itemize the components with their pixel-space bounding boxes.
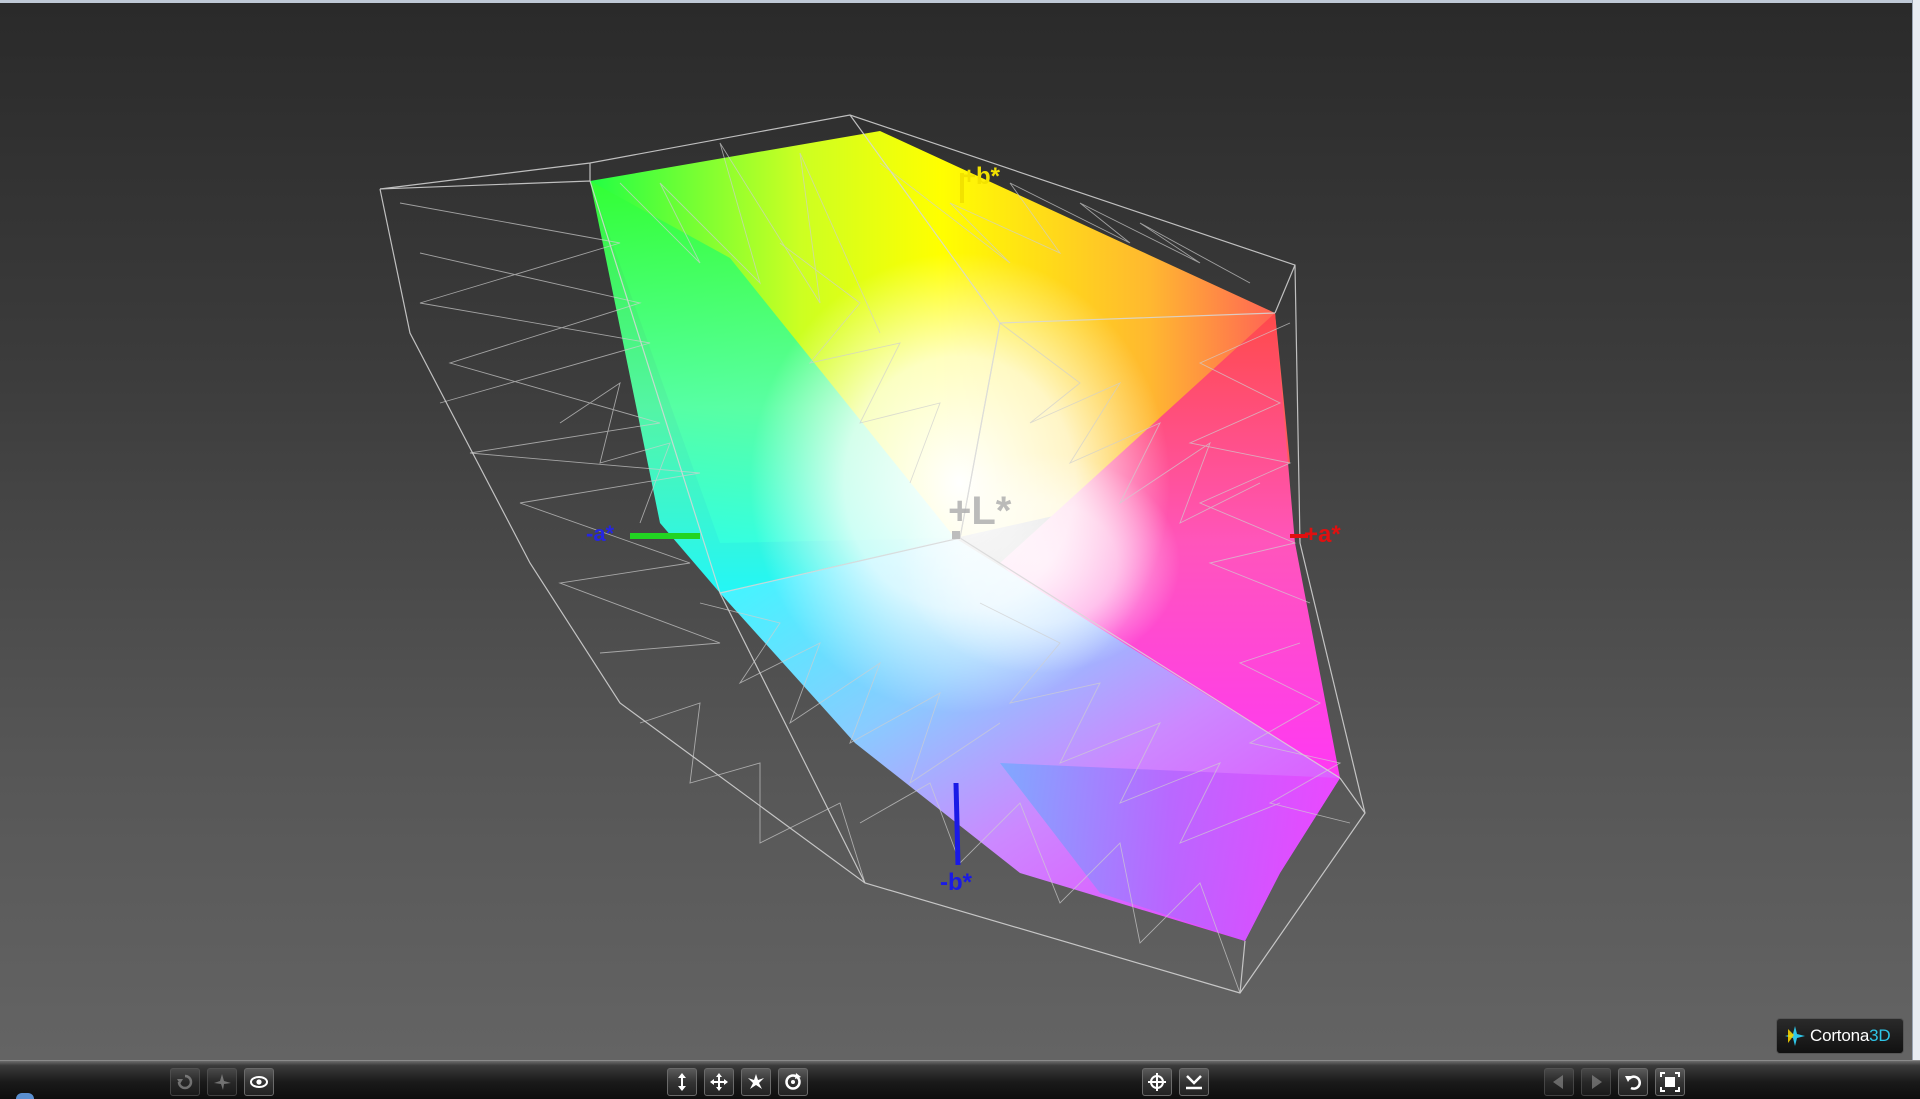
study-button[interactable] bbox=[244, 1068, 274, 1096]
goto-target-icon bbox=[1148, 1073, 1166, 1091]
roll-button[interactable] bbox=[778, 1068, 808, 1096]
window-right-edge bbox=[1912, 0, 1920, 1060]
turn-icon bbox=[177, 1074, 193, 1090]
fit-icon bbox=[1660, 1072, 1680, 1092]
fit-button[interactable] bbox=[1655, 1068, 1685, 1096]
cortona-viewer-window: +L* +b* -a* +a* -b* Cortona3D bbox=[0, 0, 1920, 1099]
cortona3d-logo[interactable]: Cortona3D bbox=[1776, 1018, 1904, 1054]
plan-button[interactable] bbox=[667, 1068, 697, 1096]
previous-viewpoint-button[interactable] bbox=[1544, 1068, 1574, 1096]
navigation-toolbar bbox=[0, 1060, 1920, 1099]
pan-button[interactable] bbox=[704, 1068, 734, 1096]
axis-minus-b-line bbox=[953, 782, 961, 866]
align-button[interactable] bbox=[1179, 1068, 1209, 1096]
cortona-logo-text: Cortona3D bbox=[1810, 1026, 1891, 1045]
taskbar-accent bbox=[16, 1093, 34, 1099]
restore-button[interactable] bbox=[1618, 1068, 1648, 1096]
next-viewpoint-button[interactable] bbox=[1581, 1068, 1611, 1096]
turn-button[interactable] bbox=[170, 1068, 200, 1096]
roll-icon bbox=[785, 1073, 801, 1090]
fly-icon bbox=[214, 1074, 231, 1090]
axis-label-minus-b: -b* bbox=[940, 869, 972, 896]
axis-label-plus-a: +a* bbox=[1304, 521, 1341, 548]
3d-viewport[interactable]: +L* +b* -a* +a* -b* Cortona3D bbox=[0, 0, 1920, 1060]
plan-move-icon bbox=[678, 1073, 686, 1091]
axis-label-plus-l: +L* bbox=[948, 489, 1012, 533]
gamut-scene[interactable] bbox=[0, 3, 1920, 1063]
next-viewpoint-icon bbox=[1592, 1075, 1602, 1089]
previous-viewpoint-icon bbox=[1553, 1075, 1563, 1089]
pan-icon bbox=[710, 1073, 728, 1091]
align-icon bbox=[1186, 1075, 1202, 1090]
axis-label-plus-b: +b* bbox=[962, 163, 1001, 190]
turn-navigation-icon bbox=[748, 1074, 764, 1089]
cortona-star-icon bbox=[1785, 1026, 1805, 1046]
goto-button[interactable] bbox=[1142, 1068, 1172, 1096]
study-eye-icon bbox=[250, 1076, 268, 1088]
fly-button[interactable] bbox=[207, 1068, 237, 1096]
restore-icon bbox=[1625, 1075, 1641, 1090]
turn-navigation-button[interactable] bbox=[741, 1068, 771, 1096]
axis-label-minus-a: -a* bbox=[586, 521, 615, 546]
